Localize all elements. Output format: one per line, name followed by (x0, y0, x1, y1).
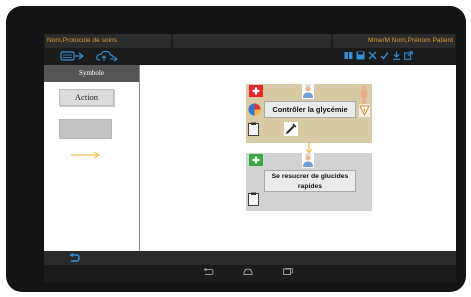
node-label-check-glycemia: Contrôler la glycémie (264, 101, 356, 118)
clipboard-icon[interactable] (248, 192, 259, 206)
diagram-canvas[interactable]: Contrôler la glycémie Se resucrer de glu… (140, 65, 456, 251)
download-icon[interactable] (392, 51, 401, 60)
toolbar-right-group (344, 51, 413, 60)
toolbar (44, 48, 456, 65)
nurse-icon[interactable] (302, 84, 314, 99)
action-node-check-glycemia[interactable]: Contrôler la glycémie (246, 84, 372, 143)
cloud-upload-icon[interactable] (96, 50, 118, 62)
header-bar: Nom,Protocole de soins Mme/M Nom,Prénom … (44, 34, 456, 48)
node-label-resugar-line2: rapides (297, 182, 323, 190)
action-node-resugar[interactable]: Se resucrer de glucides rapides (246, 153, 372, 211)
book-icon[interactable] (344, 51, 353, 60)
header-spacer (173, 34, 331, 48)
clipboard-icon[interactable] (248, 122, 259, 136)
medical-cross-icon[interactable] (249, 154, 263, 166)
node-label-resugar: Se resucrer de glucides rapides (264, 170, 356, 192)
syringe-icon[interactable] (284, 122, 298, 136)
pie-chart-icon[interactable] (248, 103, 261, 116)
share-icon[interactable] (404, 51, 413, 60)
protocol-title[interactable]: Nom,Protocole de soins (45, 34, 171, 48)
action-symbol[interactable]: Action (59, 89, 114, 106)
recent-apps-icon[interactable] (282, 268, 294, 276)
symbol-palette: Symbole Action (44, 65, 139, 251)
node-label-resugar-line1: Se resucrer de glucides (271, 173, 349, 180)
save-icon[interactable] (356, 51, 365, 60)
keyboard-send-icon[interactable] (60, 51, 86, 61)
back-icon[interactable] (202, 268, 214, 276)
screen: Nom,Protocole de soins Mme/M Nom,Prénom … (44, 34, 456, 282)
bottom-bar (44, 251, 456, 282)
check-icon[interactable] (380, 51, 389, 60)
tablet-frame: Nom,Protocole de soins Mme/M Nom,Prénom … (6, 6, 466, 292)
android-nav-bar (202, 268, 294, 276)
warning-icon[interactable] (359, 104, 370, 117)
arrow-symbol-icon[interactable] (71, 151, 101, 159)
patient-name[interactable]: Mme/M Nom,Prénom Patient (333, 34, 455, 48)
blank-symbol[interactable] (59, 119, 112, 139)
nurse-icon[interactable] (302, 153, 314, 168)
medical-cross-icon[interactable] (249, 85, 263, 97)
undo-icon[interactable] (68, 253, 80, 263)
palette-title: Symbole (44, 65, 139, 82)
bottom-strip (44, 251, 456, 265)
close-icon[interactable] (368, 51, 377, 60)
body-icon[interactable] (359, 85, 369, 105)
home-icon[interactable] (242, 268, 254, 276)
